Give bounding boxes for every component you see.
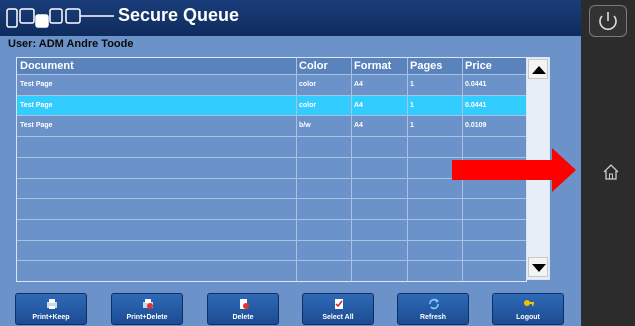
button-label: Print+Keep	[32, 314, 70, 321]
cell-pages: 1	[410, 101, 414, 109]
queue-table: Document Color Format Pages Price Test P…	[16, 57, 527, 282]
scroll-up-button[interactable]	[528, 59, 548, 79]
refresh-button[interactable]: Refresh	[397, 293, 469, 325]
empty-table-row[interactable]	[17, 218, 526, 239]
button-label: Select All	[322, 314, 354, 321]
cell-document: Test Page	[20, 101, 53, 109]
cell-color: color	[299, 101, 317, 109]
power-icon	[599, 12, 617, 31]
document-delete-icon	[240, 299, 249, 309]
empty-table-row[interactable]	[17, 198, 526, 218]
print-delete-button[interactable]: Print+Delete	[111, 293, 183, 325]
printer-delete-icon	[143, 299, 153, 309]
triangle-down-icon	[532, 264, 546, 272]
cell-format: A4	[354, 101, 363, 109]
table-row[interactable]: Test Page b/w A4 1 0.0109	[17, 115, 526, 135]
empty-table-row[interactable]	[17, 260, 526, 280]
button-label: Delete	[232, 314, 254, 321]
column-header-price[interactable]: Price	[462, 58, 492, 74]
cell-pages: 1	[410, 81, 414, 88]
print-keep-button[interactable]: Print+Keep	[15, 293, 87, 325]
empty-table-row[interactable]	[17, 136, 526, 156]
cell-format: A4	[354, 122, 363, 130]
table-row[interactable]: Test Page color A4 1 0.0441	[17, 94, 526, 115]
cell-document: Test Page	[20, 81, 53, 88]
cell-price: 0.0441	[465, 101, 487, 109]
cell-color: color	[299, 81, 317, 88]
printer-icon	[47, 299, 57, 309]
column-header-document[interactable]: Document	[17, 58, 74, 74]
user-label: User: ADM Andre Toode	[8, 38, 134, 50]
cell-price: 0.0441	[465, 81, 487, 88]
button-label: Refresh	[419, 314, 447, 321]
table-row[interactable]: Test Page color A4 1 0.0441	[17, 74, 526, 94]
page-title: Secure Queue	[118, 5, 240, 25]
empty-table-row[interactable]	[17, 156, 526, 177]
cell-document: Test Page	[20, 122, 53, 130]
empty-table-row[interactable]	[17, 239, 526, 260]
column-header-format[interactable]: Format	[351, 58, 391, 74]
empty-table-row[interactable]	[17, 177, 526, 198]
cell-pages: 1	[410, 122, 414, 130]
column-header-pages[interactable]: Pages	[407, 58, 442, 74]
red-arrow-annotation	[452, 148, 576, 192]
button-label: Logout	[516, 314, 540, 321]
scroll-down-button[interactable]	[528, 257, 548, 277]
power-button[interactable]	[589, 5, 627, 37]
column-header-color[interactable]: Color	[296, 58, 328, 74]
key-icon	[524, 300, 534, 306]
cell-format: A4	[354, 81, 363, 88]
triangle-up-icon	[532, 66, 546, 74]
column-divider	[407, 58, 408, 281]
delete-button[interactable]: Delete	[207, 293, 279, 325]
home-icon[interactable]	[602, 163, 620, 181]
refresh-icon	[429, 298, 439, 310]
logout-button[interactable]: Logout	[492, 293, 564, 325]
action-toolbar: Print+Keep Print+Delete Delete Select Al…	[0, 288, 581, 326]
cell-price: 0.0109	[465, 122, 487, 130]
header-bar: Secure Queue	[0, 0, 581, 36]
checklist-icon	[335, 299, 343, 309]
cell-color: b/w	[299, 122, 311, 130]
button-label: Print+Delete	[126, 314, 168, 321]
column-divider	[351, 58, 352, 281]
select-all-button[interactable]: Select All	[302, 293, 374, 325]
logo-icon	[6, 8, 114, 28]
column-divider	[296, 58, 297, 281]
table-header-row: Document Color Format Pages Price	[17, 58, 526, 75]
